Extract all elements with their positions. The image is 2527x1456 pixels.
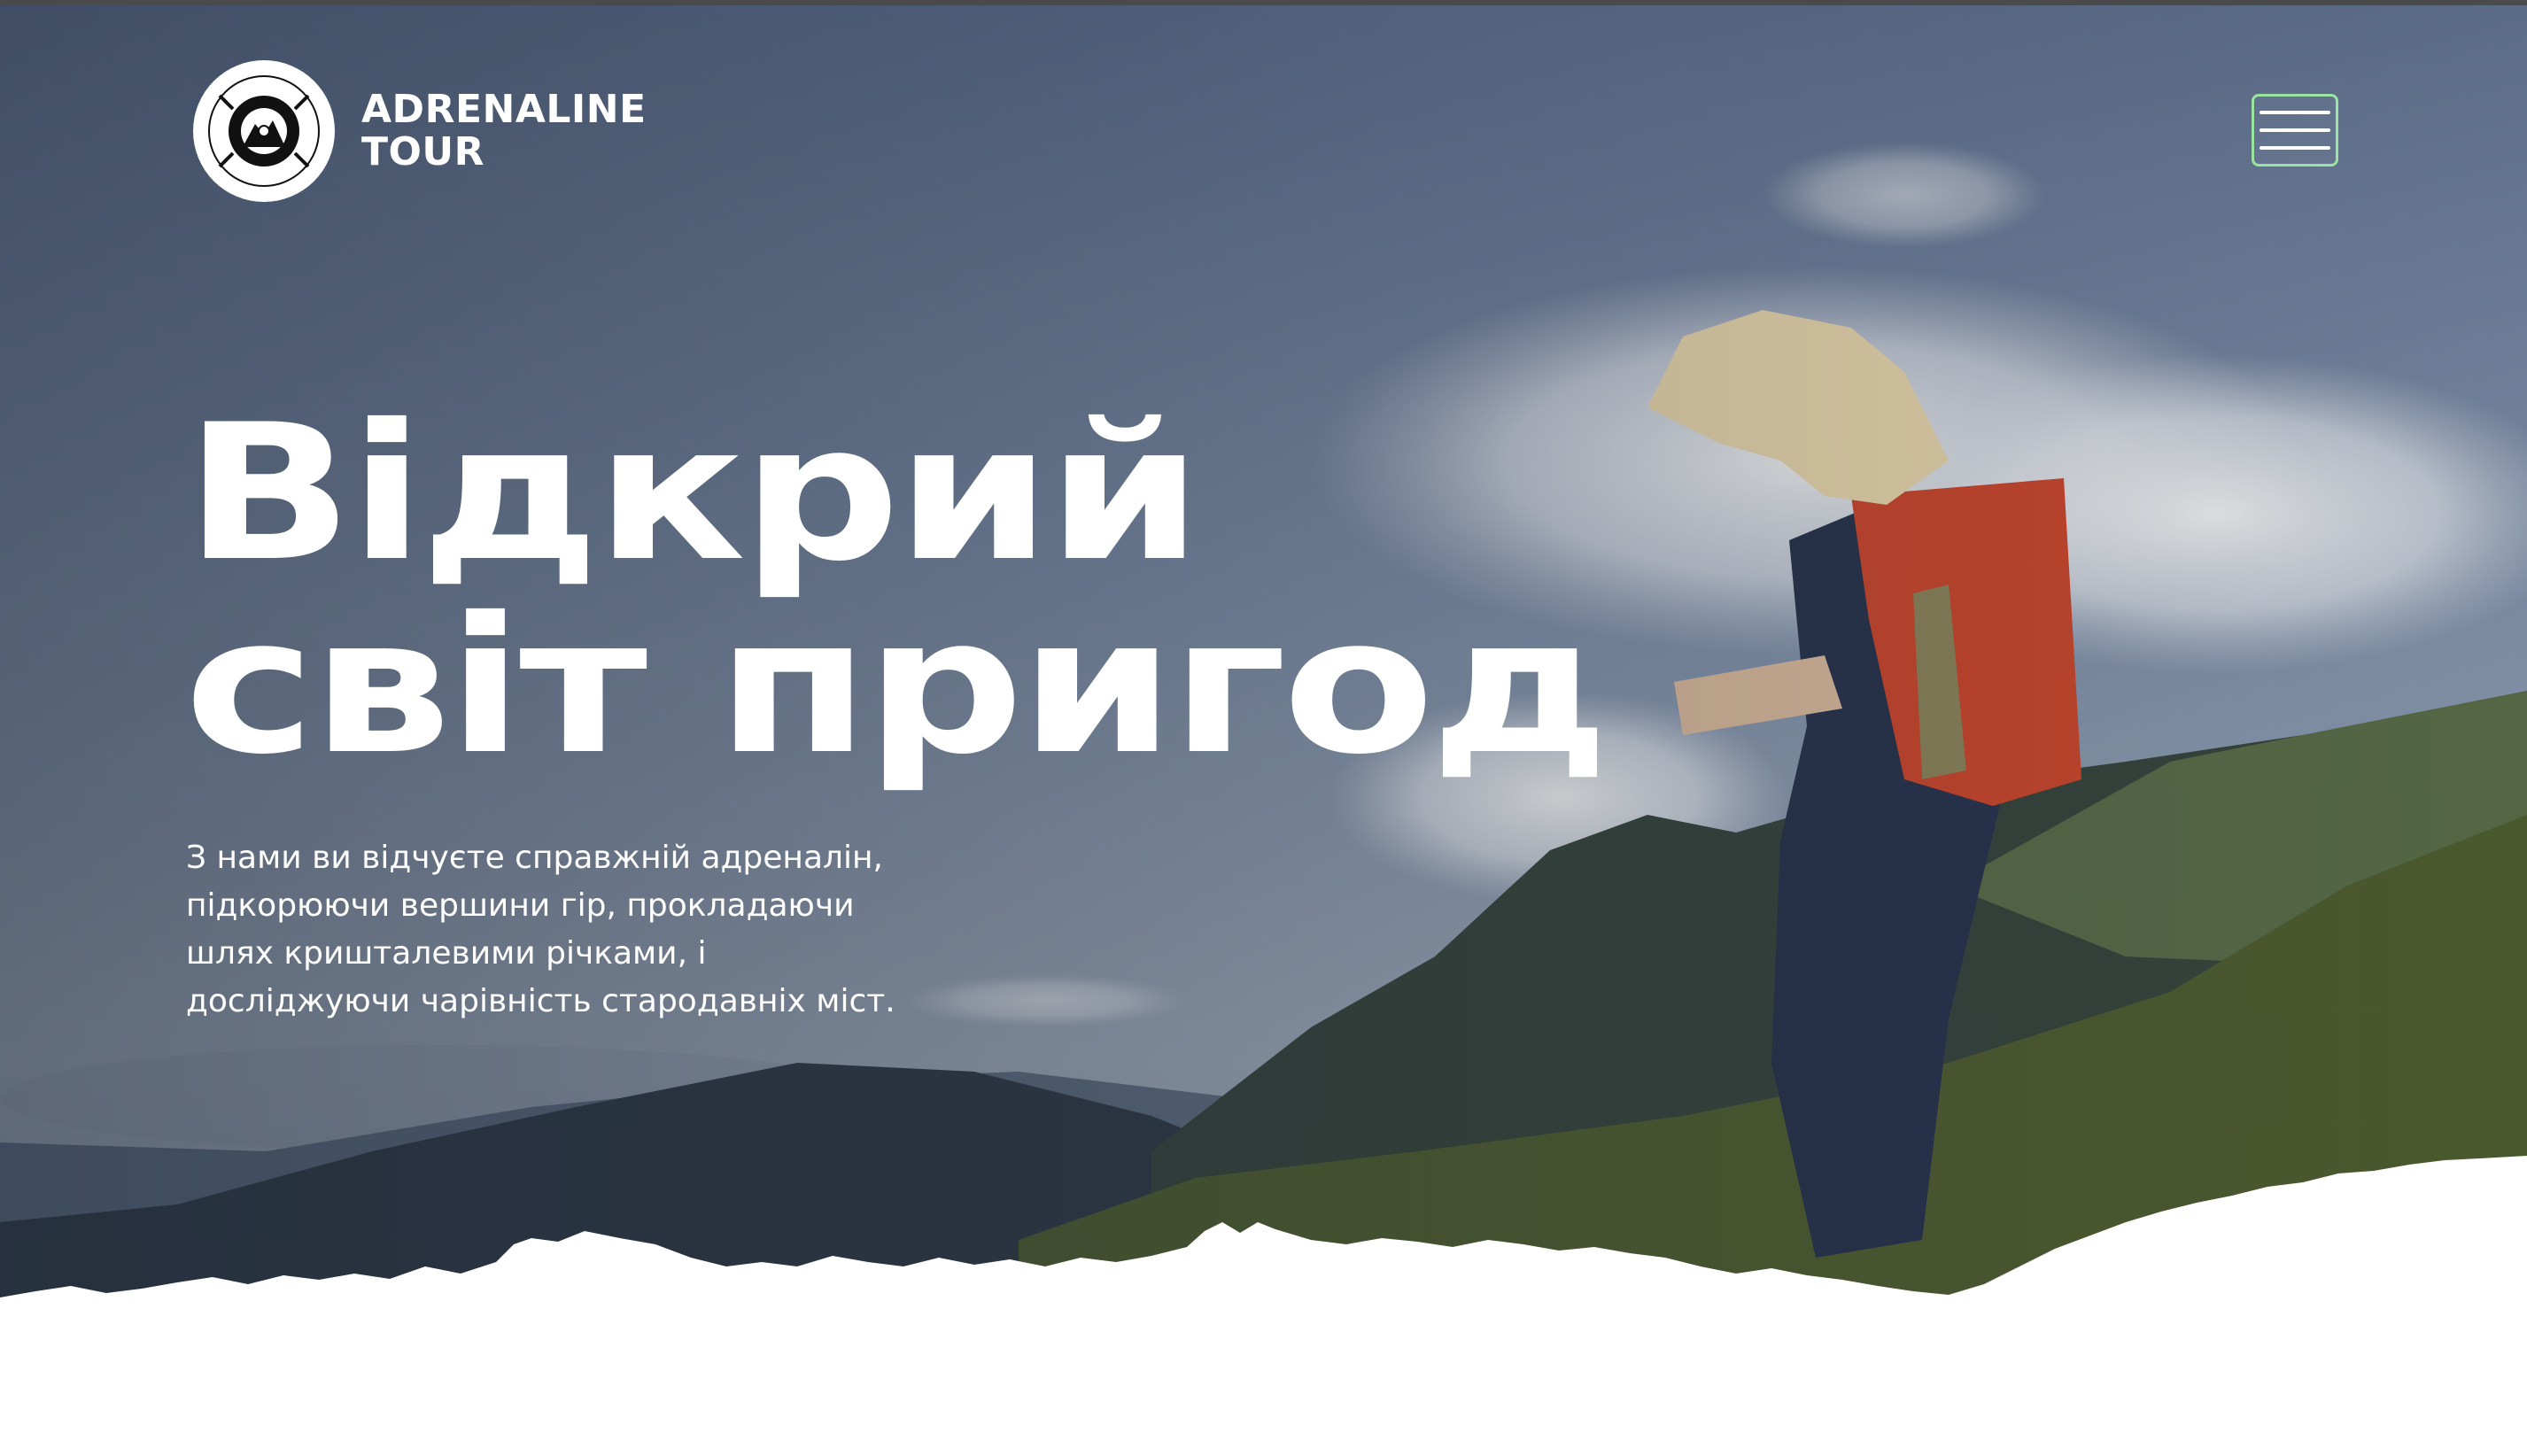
- logo-wordmark: ADRENALINE TOUR: [361, 89, 647, 174]
- hero-description: З нами ви відчуєте справжній адреналін, …: [186, 840, 895, 1019]
- site-header: ADRENALINE TOUR: [0, 0, 2527, 213]
- site-logo[interactable]: ADRENALINE TOUR: [193, 60, 647, 202]
- mountain-compass-logo-icon: [205, 73, 322, 190]
- hero-section: ADRENALINE TOUR Відкрий світ пригод З на…: [0, 0, 2527, 1328]
- hero-title-line-2: світ пригод: [184, 577, 1609, 795]
- logo-line-2: TOUR: [361, 129, 485, 174]
- landing-page: ADRENALINE TOUR Відкрий світ пригод З на…: [0, 0, 2527, 1456]
- hamburger-menu-icon-line: [2260, 146, 2330, 150]
- window-top-border: [0, 0, 2527, 5]
- menu-button[interactable]: [2252, 94, 2338, 167]
- logo-line-1: ADRENALINE: [361, 87, 647, 132]
- logo-badge: [193, 60, 335, 202]
- hero-title: Відкрий світ пригод: [184, 383, 1609, 795]
- hamburger-menu-icon-line: [2260, 128, 2330, 132]
- hero-title-line-1: Відкрий: [184, 383, 1203, 602]
- hamburger-menu-icon: [2260, 111, 2330, 114]
- torn-paper-divider: [0, 1156, 2527, 1456]
